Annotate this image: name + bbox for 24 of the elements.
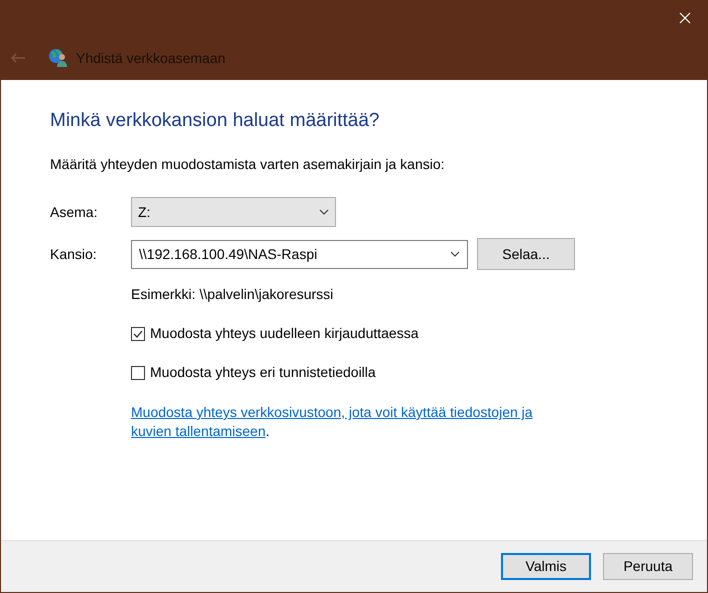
period-text: . — [266, 422, 270, 441]
example-text: Esimerkki: \\palvelin\jakoresurssi — [131, 285, 334, 304]
website-link[interactable]: kuvien tallentamiseen — [131, 422, 266, 441]
check-icon — [133, 330, 143, 338]
dialog-button[interactable]: Peruuta — [603, 553, 693, 580]
dialog-button[interactable]: Valmis — [501, 553, 591, 580]
network-globe-icon — [48, 48, 68, 68]
checkbox-option[interactable]: Muodosta yhteys uudelleen kirjauduttaessa — [131, 323, 419, 344]
checkbox[interactable] — [131, 366, 145, 380]
checkbox[interactable] — [131, 326, 145, 340]
description-text: Määritä yhteyden muodostamista varten asemakirjain ja kansio: — [50, 155, 446, 174]
drive-dropdown[interactable]: Z: — [131, 197, 336, 227]
website-link[interactable]: Muodosta yhteys verkkosivustoon, jota voit käyttää tiedostojen ja — [131, 403, 533, 422]
window-title: Yhdistä verkkoasemaan — [76, 48, 226, 68]
back-arrow-icon — [10, 53, 26, 63]
browse-button[interactable]: Selaa... — [477, 238, 575, 270]
drive-label: Asema: — [50, 202, 98, 222]
close-icon — [679, 12, 691, 24]
chevron-down-icon — [450, 251, 460, 257]
folder-combobox[interactable]: \\192.168.100.49\NAS-Raspi — [131, 240, 468, 268]
dialog-heading: Minkä verkkokansion haluat määrittää? — [50, 109, 381, 133]
folder-label: Kansio: — [50, 244, 98, 264]
checkbox-option[interactable]: Muodosta yhteys eri tunnistetiedoilla — [131, 362, 376, 383]
chevron-down-icon — [319, 209, 329, 215]
